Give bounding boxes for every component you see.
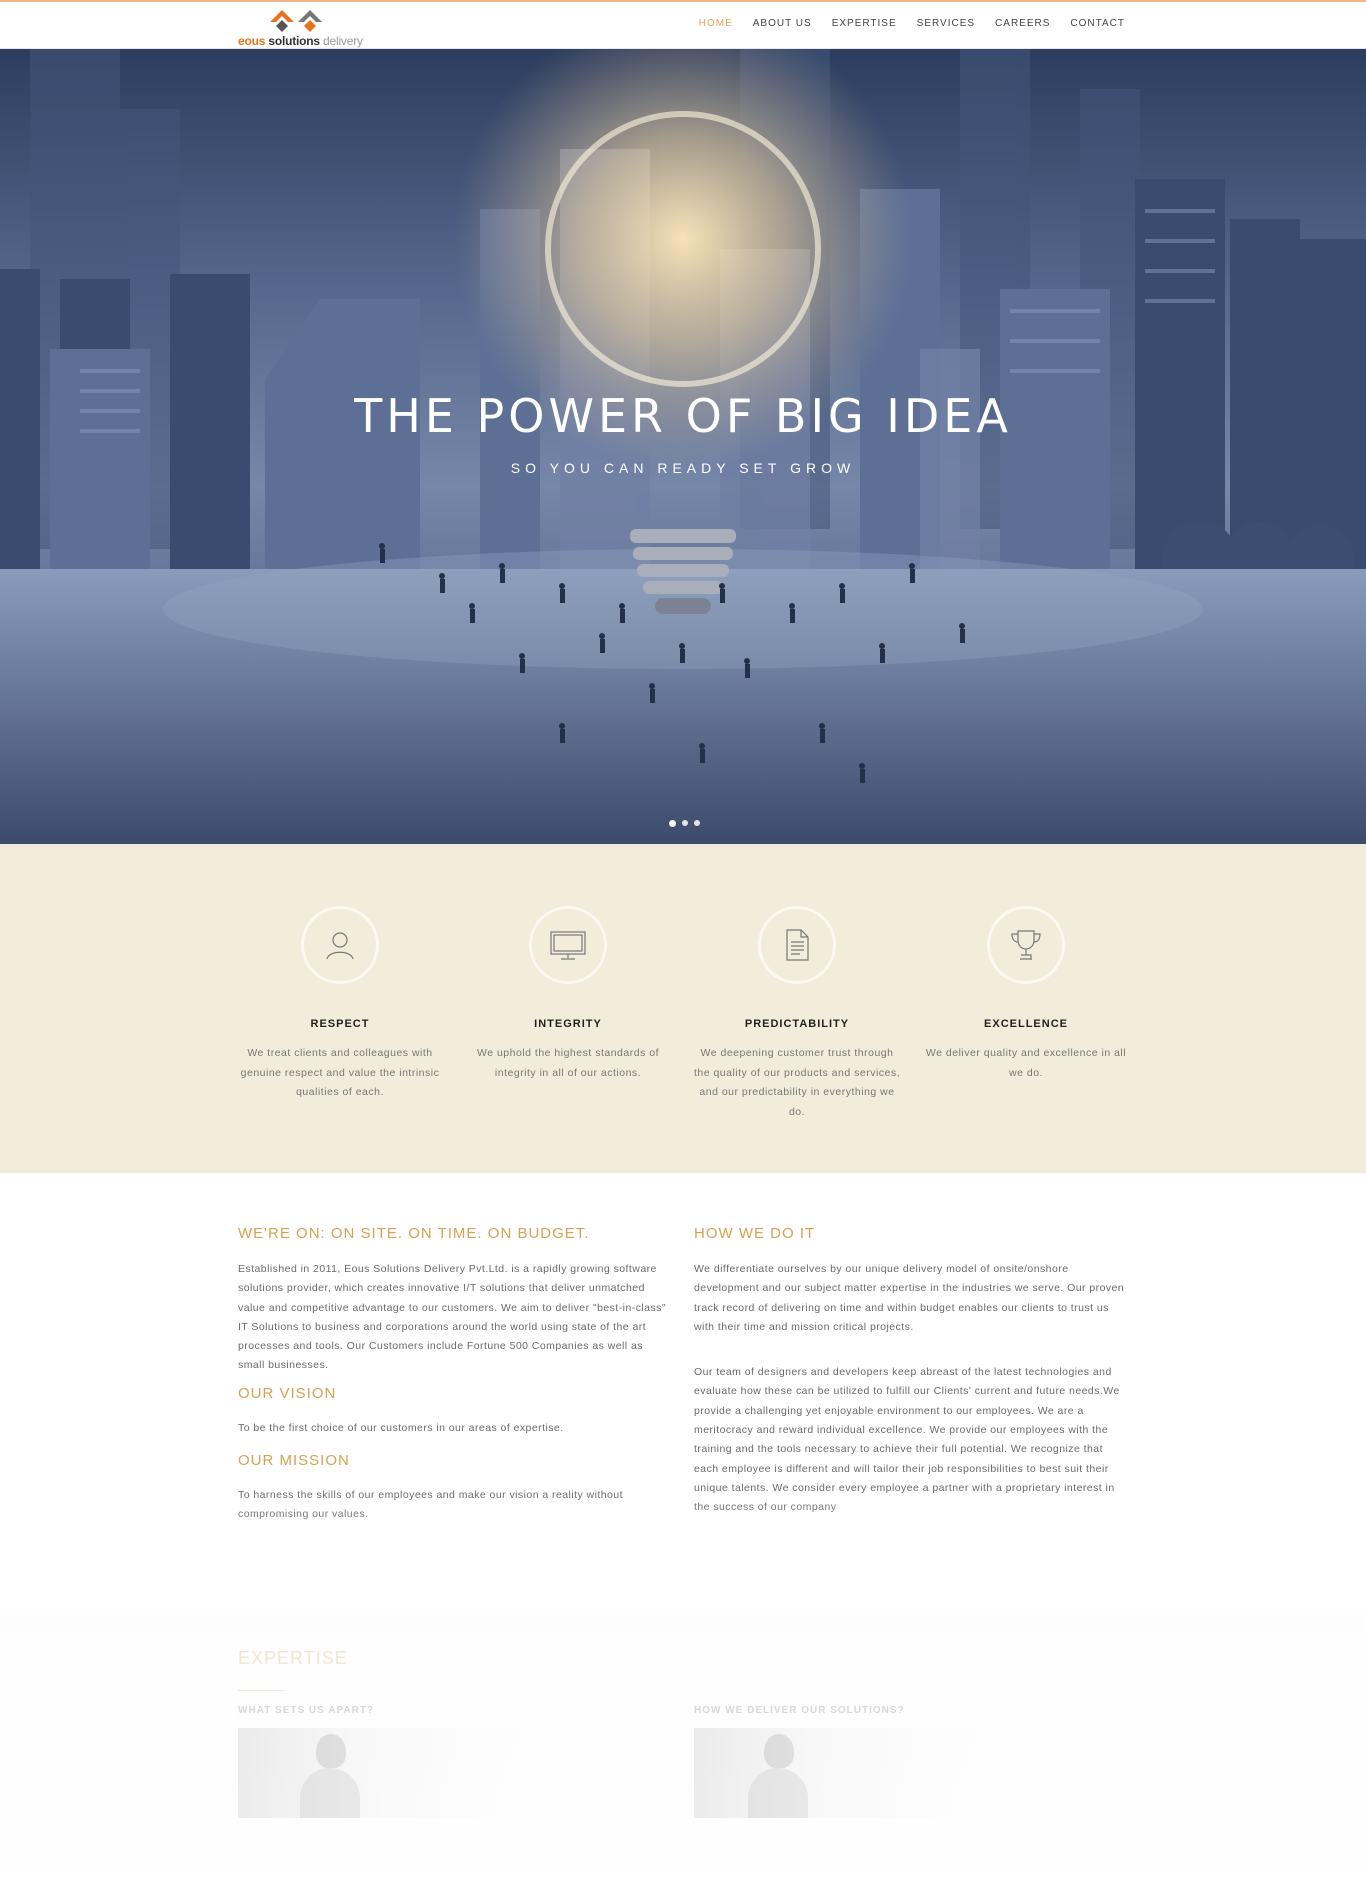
logo-word-1: eous [238,34,266,48]
how-we-do-it-text-1: We differentiate ourselves by our unique… [694,1263,1125,1333]
expertise-left-subtitle: WHAT SETS US APART? [238,1705,375,1716]
expertise-right-image [694,1728,984,1818]
logo-word-2: solutions [268,34,320,48]
value-icon-circle [529,906,607,984]
person-silhouette-body [748,1768,808,1818]
site-header: eous solutions delivery HOME ABOUT US EX… [0,0,1366,49]
about-right-column: HOW WE DO IT We differentiate ourselves … [694,1225,1129,1518]
nav-expertise[interactable]: EXPERTISE [832,18,897,29]
slider-dot-2[interactable] [682,820,688,826]
about-left-column: WE'RE ON: ON SITE. ON TIME. ON BUDGET. E… [238,1225,673,1525]
about-heading: WE'RE ON: ON SITE. ON TIME. ON BUDGET. [238,1225,590,1242]
slider-dot-1[interactable] [669,819,676,827]
value-text: We deepening customer trust through the … [693,1047,901,1118]
expertise-title: EXPERTISE [238,1648,348,1668]
document-icon [786,929,809,961]
main-nav: HOME ABOUT US EXPERTISE SERVICES CAREERS… [699,18,1125,29]
hero-subtitle: SO YOU CAN READY SET GROW [510,460,856,476]
nav-careers[interactable]: CAREERS [995,18,1050,29]
value-icon-circle [758,906,836,984]
monitor-icon [550,931,586,960]
how-we-do-it-heading: HOW WE DO IT [694,1225,816,1242]
how-we-do-it-text-2: Our team of designers and developers kee… [694,1366,1120,1514]
about-text: Established in 2011, Eous Solutions Deli… [238,1263,667,1372]
nav-home[interactable]: HOME [699,18,733,29]
person-silhouette-body [300,1768,360,1818]
value-text: We uphold the highest standards of integ… [476,1047,659,1079]
logo[interactable]: eous solutions delivery [238,8,363,48]
mission-heading: OUR MISSION [238,1452,350,1470]
slider-pagination [669,819,700,827]
person-silhouette [316,1734,346,1768]
value-title: PREDICTABILITY [744,1018,850,1030]
value-title: RESPECT [310,1018,370,1030]
nav-about-us[interactable]: ABOUT US [753,18,812,29]
expertise-section [0,1610,1366,1902]
logo-mark-icon [270,10,322,32]
user-icon [326,932,354,960]
value-icon-circle [987,906,1065,984]
slider-dot-3[interactable] [694,820,700,826]
logo-word-3: delivery [323,34,363,48]
value-text: We deliver quality and excellence in all… [925,1047,1127,1079]
vision-text: To be the first choice of our customers … [238,1421,564,1434]
logo-wordmark: eous solutions delivery [238,34,363,48]
expertise-left-image [238,1728,528,1818]
person-silhouette [764,1734,794,1768]
value-icon-circle [301,906,379,984]
expertise-right-subtitle: HOW WE DELIVER OUR SOLUTIONS? [694,1705,905,1716]
value-title: INTEGRITY [534,1018,602,1030]
hero-background-image [0,49,1366,844]
expertise-divider [238,1690,284,1691]
nav-contact[interactable]: CONTACT [1070,18,1125,29]
hero-title: THE POWER OF BIG IDEA [354,389,1012,443]
values-section: RESPECT We treat clients and colleagues … [0,844,1366,1173]
trophy-icon [1011,930,1041,960]
vision-heading: OUR VISION [238,1384,337,1402]
hero-slider: THE POWER OF BIG IDEA SO YOU CAN READY S… [0,49,1366,844]
value-text: We treat clients and colleagues with gen… [240,1047,440,1098]
mission-text: To harness the skills of our employees a… [238,1489,623,1521]
value-title: EXCELLENCE [984,1018,1068,1030]
nav-services[interactable]: SERVICES [917,18,975,29]
